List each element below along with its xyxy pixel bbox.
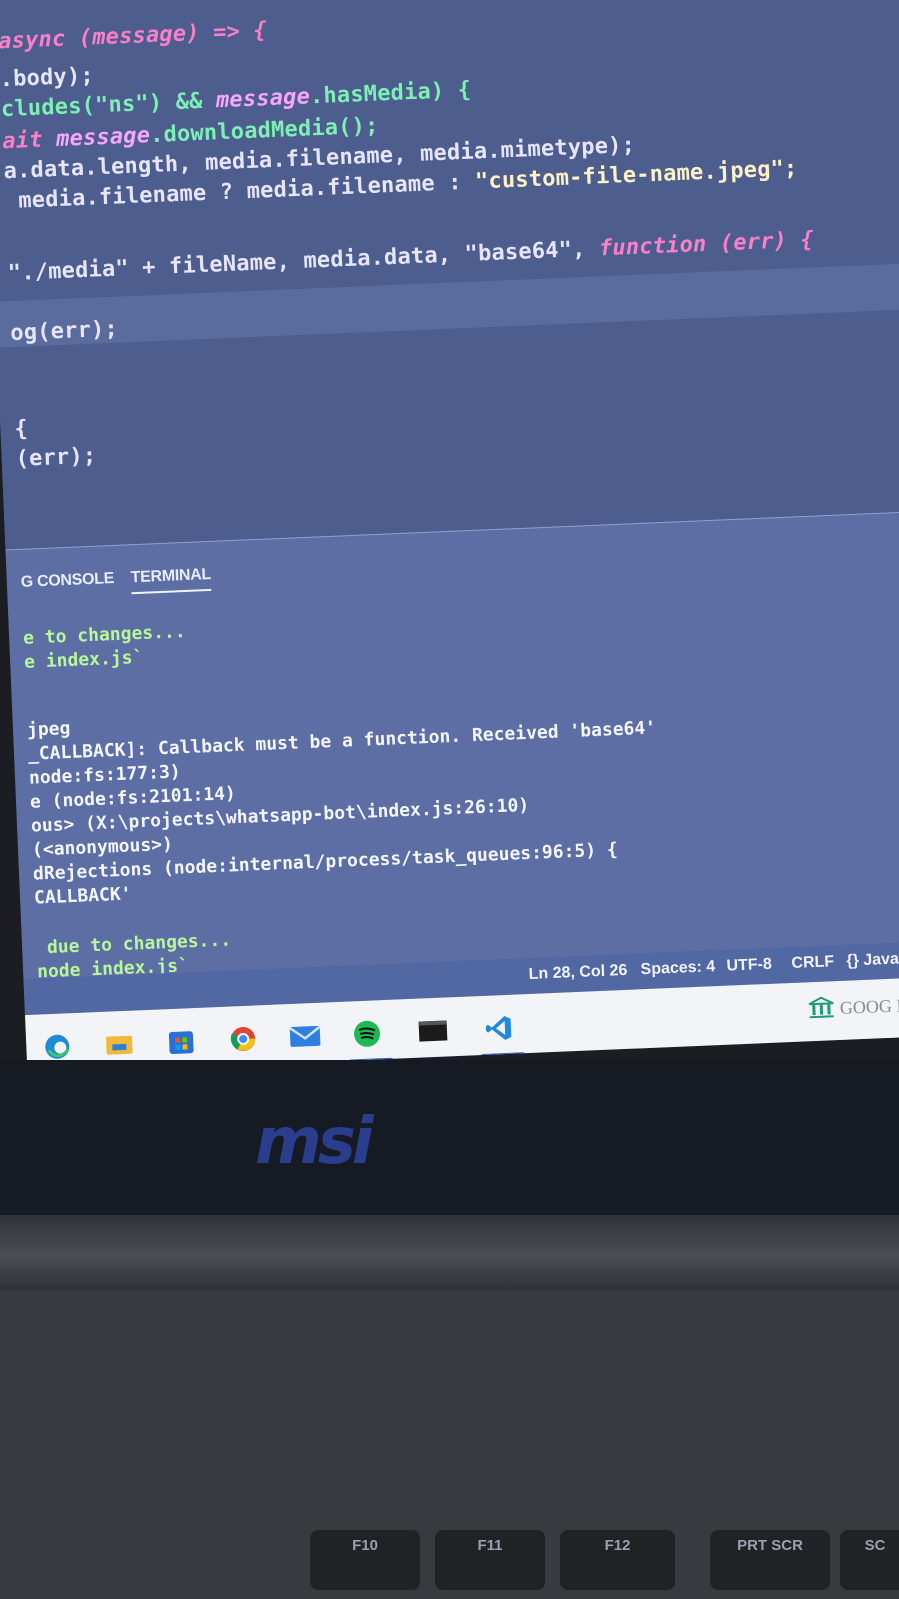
code-token: {	[13, 416, 29, 443]
stock-widget[interactable]: GOOG Inv	[807, 992, 899, 1021]
chrome-icon[interactable]	[225, 1021, 260, 1056]
code-token: (err);	[15, 443, 97, 472]
code-token: cludes("ns") &&	[0, 88, 217, 123]
terminal-line: e index.js`	[23, 646, 144, 673]
code-line: async (message) => {	[0, 18, 267, 54]
indentation-setting[interactable]: Spaces: 4	[640, 958, 715, 979]
code-line: og(err);	[10, 317, 119, 346]
terminal-line: CALLBACK'	[33, 883, 132, 909]
microsoft-store-icon[interactable]	[164, 1024, 199, 1059]
code-token: .hasMedia) {	[309, 77, 472, 110]
code-token: "./media" + fileName, media.data, "base6…	[7, 236, 600, 287]
terminal-line: _CALLBACK]: Callback must be a function.…	[27, 717, 657, 765]
taskbar-active-indicator	[480, 1052, 526, 1059]
monitor-screen: async (message) => { .body); cludes("ns") …	[0, 0, 899, 1075]
terminal-line: due to changes...	[35, 929, 232, 959]
code-token: message	[55, 123, 151, 153]
bank-icon	[808, 996, 834, 1019]
code-token: message	[215, 84, 311, 114]
laptop-hinge	[0, 1215, 899, 1295]
code-token: og(err);	[9, 316, 119, 347]
spotify-icon[interactable]	[349, 1016, 384, 1051]
terminal-line: (<anonymous>)	[31, 833, 174, 861]
eol-setting[interactable]: CRLF	[791, 953, 834, 973]
code-line: {	[14, 416, 28, 442]
mail-icon[interactable]	[287, 1019, 322, 1054]
code-editor[interactable]: async (message) => { .body); cludes("ns") …	[0, 0, 899, 550]
laptop-bezel	[0, 1060, 899, 1220]
code-token: .downloadMedia();	[149, 113, 380, 149]
code-token: async (message) => {	[0, 18, 268, 55]
code-line: (err);	[15, 444, 97, 472]
key-prtscr: PRT SCR	[710, 1530, 830, 1590]
terminal-line: node:fs:177:3)	[28, 761, 182, 789]
bottom-panel: G CONSOLE TERMINAL e to changes... e inde…	[5, 509, 899, 991]
code-token: ait	[1, 127, 57, 155]
key-f11: F11	[435, 1530, 545, 1590]
language-mode[interactable]: {} JavaScr	[846, 949, 899, 970]
stock-ticker: GOOG Inv	[839, 994, 899, 1018]
tab-debug-console[interactable]: G CONSOLE	[20, 570, 114, 592]
code-line: .body);	[0, 63, 94, 92]
vscode-icon[interactable]	[481, 1011, 516, 1046]
encoding-setting[interactable]: UTF-8	[726, 956, 772, 976]
code-token: function (err) {	[598, 227, 815, 262]
terminal-line: e to changes...	[22, 621, 187, 649]
code-token: .body);	[0, 63, 95, 93]
msi-logo: msi	[255, 1105, 374, 1179]
terminal-icon[interactable]	[415, 1013, 450, 1048]
terminal-line: jpeg	[26, 717, 71, 741]
photo-of-laptop: async (message) => { .body); cludes("ns") …	[0, 0, 899, 1599]
cursor-position[interactable]: Ln 28, Col 26	[528, 962, 627, 984]
key-f12: F12	[560, 1530, 675, 1590]
file-explorer-icon[interactable]	[102, 1026, 137, 1061]
tab-terminal[interactable]: TERMINAL	[130, 565, 212, 595]
key-f10: F10	[310, 1530, 420, 1590]
key-scroll: SC	[840, 1530, 899, 1590]
